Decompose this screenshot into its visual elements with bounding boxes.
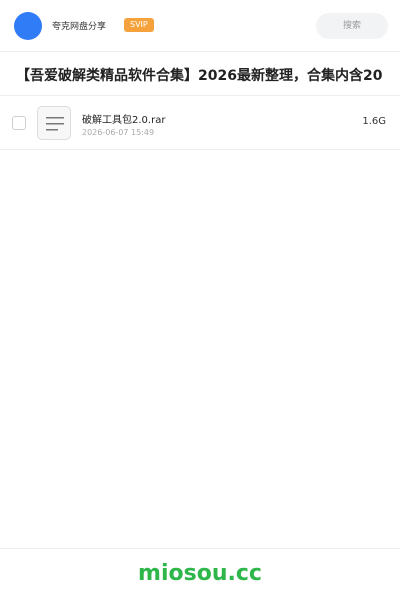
avatar[interactable]: [14, 12, 42, 40]
footer: miosou.cc: [0, 548, 400, 600]
file-checkbox[interactable]: [12, 116, 26, 130]
file-row[interactable]: 破解工具包2.0.rar 2026-06-07 15:49 1.6G: [0, 96, 400, 150]
search-button[interactable]: 搜索: [316, 13, 388, 39]
share-username[interactable]: 夸克网盘分享: [52, 19, 106, 32]
file-name[interactable]: 破解工具包2.0.rar: [82, 111, 165, 126]
footer-brand[interactable]: miosou.cc: [0, 561, 400, 586]
file-list-icon: [37, 106, 71, 140]
file-date: 2026-06-07 15:49: [82, 128, 155, 137]
share-title-bar: 【吾爱破解类精品软件合集】2026最新整理，合集内含20: [0, 52, 400, 96]
header-bar: 夸克网盘分享 SVIP 搜索: [0, 0, 400, 52]
share-title: 【吾爱破解类精品软件合集】2026最新整理，合集内含20: [16, 68, 383, 84]
file-size: 1.6G: [362, 116, 386, 127]
svip-badge: SVIP: [124, 18, 154, 32]
